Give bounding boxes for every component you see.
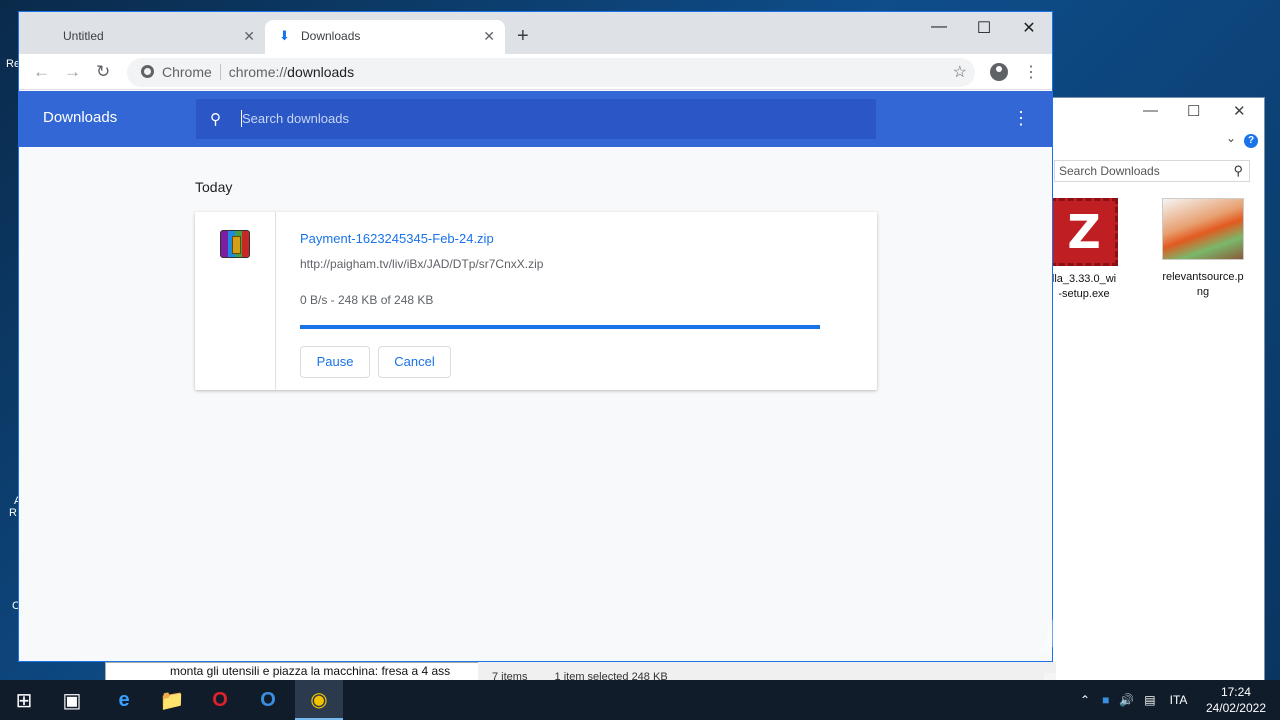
- system-tray: ⌃ ■ 🔊 ▤ ITA: [1080, 680, 1187, 720]
- filezilla-icon: Z: [1050, 198, 1118, 266]
- back-icon[interactable]: ←: [33, 62, 50, 82]
- download-icon: ⬇: [279, 28, 290, 43]
- desktop-icon-label: R: [9, 507, 17, 519]
- tab-label: Untitled: [63, 29, 104, 43]
- close-window-icon[interactable]: ✕: [1006, 18, 1052, 38]
- help-icon[interactable]: ?: [1244, 134, 1258, 148]
- file-name: relevantsource.p ng: [1162, 271, 1244, 298]
- file-explorer-window: — ☐ ✕ ⌄ ? Search Downloads ⚲ Z lla_3.33.…: [1040, 97, 1265, 687]
- page-title: Downloads: [43, 109, 118, 126]
- download-progress-text: 0 B/s - 248 KB of 248 KB: [300, 293, 434, 307]
- chrome-menu-icon[interactable]: ⋮: [1023, 62, 1039, 82]
- clock[interactable]: 17:24 24/02/2022: [1206, 684, 1266, 716]
- taskbar: ⊞ ▣ e 📁 O O ◉ ⌃ ■ 🔊 ▤ ITA 17:24 24/02/20…: [0, 680, 1280, 720]
- task-view-icon[interactable]: ▣: [48, 680, 96, 720]
- date-heading: Today: [195, 179, 233, 195]
- pause-button[interactable]: Pause: [300, 346, 370, 378]
- chrome-window: Untitled ✕ ⬇ Downloads ✕ + — ☐ ✕ ← → ↻ C…: [18, 11, 1053, 662]
- edge-icon[interactable]: e: [100, 680, 148, 720]
- maximize-icon[interactable]: ☐: [1187, 102, 1200, 120]
- toolbar: ← → ↻ Chrome chrome://downloads ☆ ⋮: [19, 54, 1052, 90]
- search-icon: ⚲: [1233, 163, 1243, 178]
- volume-icon[interactable]: 🔊: [1119, 693, 1134, 707]
- file-name-link[interactable]: Payment-1623245345-Feb-24.zip: [300, 231, 494, 246]
- tab-label: Downloads: [301, 29, 361, 43]
- language-indicator[interactable]: ITA: [1170, 693, 1188, 707]
- bookmark-star-icon[interactable]: ☆: [953, 62, 967, 82]
- chrome-icon[interactable]: ◉: [295, 680, 343, 720]
- downloads-header: Downloads ⚲ Search downloads ⋮: [19, 91, 1052, 147]
- site-chip: Chrome: [162, 64, 212, 80]
- search-placeholder: Search downloads: [242, 111, 349, 126]
- new-tab-button[interactable]: +: [517, 25, 529, 48]
- url-host: downloads: [287, 64, 355, 80]
- network-icon[interactable]: ▤: [1144, 693, 1155, 707]
- close-tab-icon[interactable]: ✕: [483, 28, 495, 45]
- png-image-icon: [1162, 198, 1244, 260]
- reload-icon[interactable]: ↻: [96, 62, 110, 82]
- divider: [219, 64, 221, 80]
- more-options-icon[interactable]: ⋮: [1012, 108, 1030, 129]
- outlook-tray-icon[interactable]: ■: [1102, 693, 1109, 707]
- minimize-icon[interactable]: —: [916, 18, 962, 36]
- explorer-search-input[interactable]: Search Downloads ⚲: [1054, 160, 1250, 182]
- tab-strip: Untitled ✕ ⬇ Downloads ✕ + — ☐ ✕: [19, 12, 1052, 54]
- clock-time: 17:24: [1220, 685, 1251, 699]
- tab-untitled[interactable]: Untitled ✕: [19, 20, 265, 54]
- file-explorer-icon[interactable]: 📁: [148, 680, 196, 720]
- start-button[interactable]: ⊞: [0, 680, 48, 720]
- document-text: monta gli utensili e piazza la macchina:…: [170, 664, 451, 678]
- chevron-up-icon[interactable]: ⌃: [1080, 693, 1090, 707]
- text-cursor: [241, 110, 242, 127]
- search-icon: ⚲: [210, 111, 221, 128]
- minimize-icon[interactable]: —: [1143, 102, 1158, 119]
- close-icon[interactable]: ✕: [1233, 102, 1246, 120]
- outlook-icon[interactable]: O: [244, 680, 292, 720]
- file-item[interactable]: relevantsource.p ng: [1149, 198, 1257, 300]
- progress-bar: [300, 325, 820, 329]
- zip-archive-icon: [220, 230, 250, 258]
- chevron-down-icon[interactable]: ⌄: [1226, 131, 1236, 145]
- progress-fill: [300, 325, 820, 329]
- close-tab-icon[interactable]: ✕: [243, 28, 255, 45]
- file-icon-column: [195, 212, 276, 390]
- download-item: Payment-1623245345-Feb-24.zip http://pai…: [195, 212, 877, 390]
- cancel-button[interactable]: Cancel: [378, 346, 451, 378]
- address-bar[interactable]: Chrome chrome://downloads ☆: [127, 58, 975, 87]
- chrome-site-icon: [141, 65, 154, 78]
- tab-downloads[interactable]: ⬇ Downloads ✕: [265, 20, 505, 54]
- explorer-search-placeholder: Search Downloads: [1059, 164, 1160, 178]
- file-source-url[interactable]: http://paigham.tv/liv/iBx/JAD/DTp/sr7Cnx…: [300, 257, 543, 271]
- opera-icon[interactable]: O: [196, 680, 244, 720]
- downloads-search-input[interactable]: ⚲ Search downloads: [196, 99, 876, 139]
- forward-icon[interactable]: →: [64, 62, 81, 82]
- url-scheme: chrome://: [228, 64, 288, 80]
- clock-date: 24/02/2022: [1205, 701, 1266, 715]
- profile-avatar-icon[interactable]: [990, 63, 1008, 81]
- downloads-list: Today Payment-1623245345-Feb-24.zip http…: [19, 147, 1052, 661]
- maximize-icon[interactable]: ☐: [961, 18, 1007, 38]
